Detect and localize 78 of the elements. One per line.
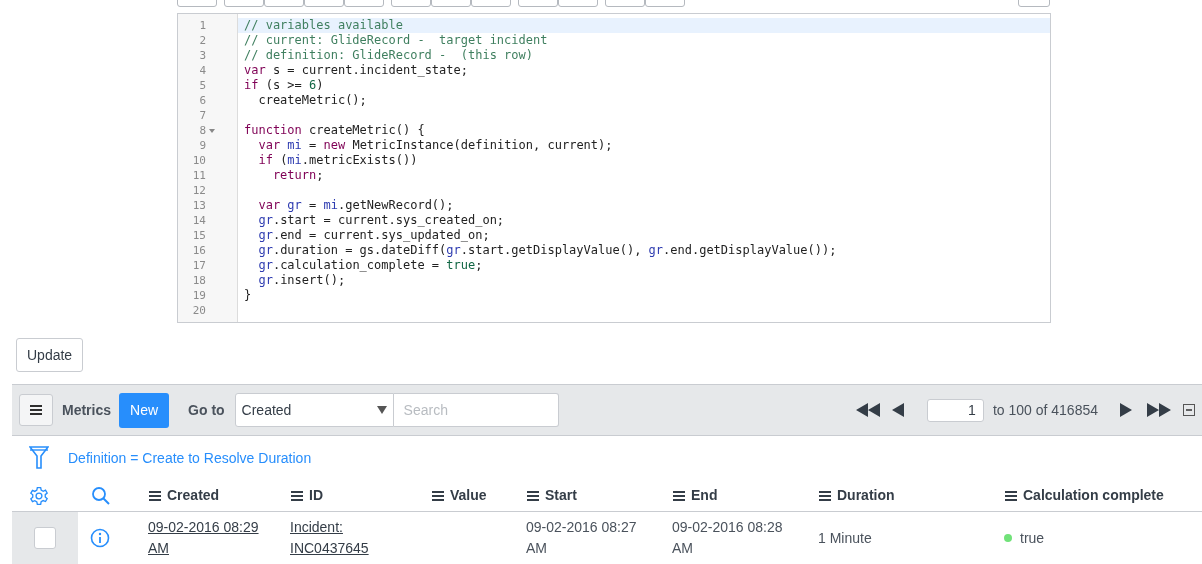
line-number: 2 (198, 33, 206, 48)
column-header[interactable]: Value (431, 485, 526, 506)
code-line: } (243, 288, 253, 303)
line-number: 18 (191, 273, 206, 288)
line-number: 9 (198, 138, 206, 153)
goto-label: Go to (188, 400, 225, 420)
page-number-field[interactable]: 1 (926, 398, 984, 422)
update-button[interactable]: Update (16, 338, 84, 372)
code-line: if (s >= 6) (243, 78, 325, 93)
code-line: return; (271, 168, 325, 183)
code-line: gr.start = current.sys_created_on; (257, 213, 506, 228)
fold-caret-icon[interactable] (209, 128, 215, 133)
page-range: to 100 of 416854 (992, 400, 1098, 420)
last-page-icon[interactable] (1147, 403, 1171, 417)
column-menu-icon[interactable] (672, 489, 686, 502)
line-number: 3 (198, 48, 206, 63)
goto-dropdown[interactable]: Created (234, 393, 394, 427)
filter-icon[interactable] (29, 446, 49, 470)
code-editor[interactable] (177, 13, 1051, 323)
code-line: var gr = mi.getNewRecord(); (257, 198, 455, 213)
column-menu-icon[interactable] (148, 489, 162, 502)
code-line: // definition: GlideRecord - (this row) (243, 48, 534, 63)
settings-icon[interactable] (29, 485, 49, 506)
line-number: 13 (191, 198, 206, 213)
column-header[interactable]: ID (290, 485, 431, 506)
column-menu-icon[interactable] (818, 489, 832, 502)
code-line: if (mi.metricExists()) (257, 153, 419, 168)
column-header[interactable]: Created (148, 485, 290, 506)
line-number: 16 (191, 243, 206, 258)
line-number: 17 (191, 258, 206, 273)
column-header[interactable]: Duration (818, 485, 1004, 506)
column-header[interactable]: Calculation complete (1004, 485, 1194, 506)
code-line: var mi = new MetricInstance(definition, current); (257, 138, 614, 153)
line-number: 20 (191, 303, 206, 318)
column-menu-icon[interactable] (431, 489, 445, 502)
line-number: 14 (191, 213, 206, 228)
menu-button[interactable] (19, 394, 53, 426)
code-line: gr.end = current.sys_updated_on; (257, 228, 491, 243)
column-header[interactable]: Start (526, 485, 672, 506)
previous-page-icon[interactable] (891, 403, 904, 417)
dropdown-arrow-icon (376, 406, 387, 414)
menu-icon[interactable] (29, 404, 43, 416)
code-line: // current: GlideRecord - target incident (243, 33, 549, 48)
column-menu-icon[interactable] (526, 489, 540, 502)
code-line: gr.duration = gs.dateDiff(gr.start.getDisplayValue(), gr.end.getDisplayValue()); (257, 243, 838, 258)
line-number: 4 (198, 63, 206, 78)
line-number: 10 (191, 153, 206, 168)
table-cell-text: 09-02-2016 08:27 AM (526, 518, 638, 558)
table-cell-text: true (1020, 528, 1045, 548)
line-number: 12 (191, 183, 206, 198)
code-line: var s = current.incident_state; (243, 63, 469, 78)
search-field[interactable]: Search (393, 393, 559, 427)
code-line: gr.calculation_complete = true; (257, 258, 484, 273)
line-number: 19 (191, 288, 206, 303)
code-line: createMetric(); (257, 93, 368, 108)
collapse-icon[interactable] (1183, 404, 1195, 416)
line-number: 6 (198, 93, 206, 108)
info-icon[interactable] (90, 528, 110, 548)
column-header[interactable]: End (672, 485, 818, 506)
line-number: 11 (191, 168, 206, 183)
code-line: function createMetric() { (243, 123, 426, 138)
first-page-icon[interactable] (855, 403, 880, 417)
line-number: 1 (198, 18, 206, 33)
column-menu-icon[interactable] (290, 489, 304, 502)
next-page-icon[interactable] (1120, 403, 1132, 417)
table-cell-text: 1 Minute (818, 528, 873, 548)
line-number: 15 (191, 228, 206, 243)
search-icon[interactable] (91, 485, 111, 506)
reference-link[interactable]: Incident: INC0437645 (290, 517, 431, 559)
code-line: gr.insert(); (257, 273, 347, 288)
line-number: 5 (198, 78, 206, 93)
line-number: 8 (198, 123, 206, 138)
line-number: 7 (198, 108, 206, 123)
row-checkbox[interactable] (34, 527, 56, 549)
table-cell-text: 09-02-2016 08:28 AM (672, 518, 784, 558)
record-link[interactable]: 09-02-2016 08:29 AM (148, 517, 290, 559)
column-menu-icon[interactable] (1004, 489, 1018, 502)
list-title: Metrics (62, 400, 112, 420)
